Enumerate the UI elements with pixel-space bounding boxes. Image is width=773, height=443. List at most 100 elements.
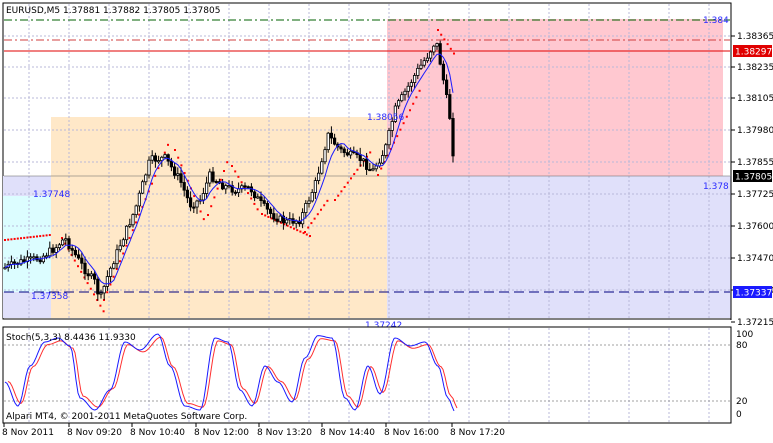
sar-dot xyxy=(247,192,249,195)
sar-dot xyxy=(237,175,240,178)
sar-dot xyxy=(131,229,134,232)
sar-dot xyxy=(89,287,92,290)
time-label: 8 Nov 14:40 xyxy=(320,428,375,438)
sar-dot xyxy=(316,213,319,216)
price-tick-label: 1.38365 xyxy=(737,32,773,42)
stochastic-subwindow[interactable]: Stoch(5,3,3) 8.4436 11.9330 Alpari MT4, … xyxy=(2,326,753,424)
sar-dot xyxy=(443,38,446,41)
sar-dot xyxy=(405,115,408,118)
sar-dot xyxy=(409,109,411,112)
price-tick-label: 1.37470 xyxy=(737,254,773,264)
price-tick-label: 1.37980 xyxy=(737,126,773,136)
chart-canvas[interactable]: 1.3841.377481.373581.380561.3781.37242 E… xyxy=(0,0,773,443)
sar-dot xyxy=(453,52,455,55)
sar-dot xyxy=(240,181,243,184)
sar-dot xyxy=(48,234,51,237)
trading-chart-window[interactable]: 1.384 1.37748 1.37358 1.38056 1.378 1.37242 E… xyxy=(0,0,773,443)
sar-dot xyxy=(128,236,131,239)
sar-dot xyxy=(42,234,45,237)
sar-dot xyxy=(346,181,349,184)
sar-dot xyxy=(310,222,313,225)
sar-dot xyxy=(343,186,346,189)
sar-dot xyxy=(112,275,115,278)
sar-dot xyxy=(323,204,326,207)
sar-dot xyxy=(4,239,6,241)
sar-dot xyxy=(412,102,415,105)
time-label: 8 Nov 13:20 xyxy=(257,428,312,438)
sar-dot xyxy=(125,244,128,247)
sar-dot xyxy=(350,177,352,180)
sar-dot xyxy=(418,89,421,92)
sar-dot xyxy=(99,304,102,307)
sar-dot xyxy=(309,235,311,237)
stoch-scale-label: 0 xyxy=(736,410,742,420)
sar-dot xyxy=(334,199,336,201)
sar-dot xyxy=(369,151,372,154)
sar-dot xyxy=(177,156,180,159)
sar-dot xyxy=(377,174,379,176)
sar-dot xyxy=(223,170,225,172)
price-tick-label: 1.38105 xyxy=(737,94,773,104)
sar-dot xyxy=(304,231,306,233)
sar-dot xyxy=(135,221,137,224)
candle xyxy=(326,131,330,153)
price-box-label: 1.37805 xyxy=(735,173,772,183)
copyright-text: Alpari MT4, © 2001-2011 MetaQuotes Softw… xyxy=(6,412,247,422)
sar-dot xyxy=(399,128,402,131)
sar-dot xyxy=(119,260,121,263)
sar-dot xyxy=(353,173,356,176)
sar-dot xyxy=(10,238,13,241)
price-box-label: 1.38297 xyxy=(735,48,772,58)
candle xyxy=(438,40,442,66)
sar-dot xyxy=(380,167,383,170)
time-label: 8 Nov 12:00 xyxy=(194,428,249,438)
sar-dot xyxy=(437,29,439,31)
price-box-label: 1.37337 xyxy=(735,289,772,299)
sar-dot xyxy=(73,259,76,262)
sar-dot xyxy=(39,235,42,238)
sar-dot xyxy=(313,217,316,220)
price-tick-label: 1.37855 xyxy=(737,158,773,168)
price-tick-label: 1.37725 xyxy=(737,190,773,200)
time-label: 8 Nov 2011 xyxy=(2,428,54,438)
candle xyxy=(140,179,145,195)
sar-dot xyxy=(256,208,259,211)
stoch-scale-label: 100 xyxy=(736,330,753,340)
price-box-support: 1.37337 xyxy=(733,286,772,299)
level-label-range-bottom: 1.37358 xyxy=(31,292,68,302)
sar-dot xyxy=(289,226,292,229)
sar-dot xyxy=(216,187,219,190)
sar-dot xyxy=(45,234,48,237)
level-label-range-top: 1.37748 xyxy=(33,190,70,200)
sar-dot xyxy=(326,199,329,202)
sar-dot xyxy=(440,33,443,36)
sar-dot xyxy=(299,230,302,233)
sar-dot xyxy=(340,190,343,193)
sar-dot xyxy=(102,310,105,313)
sar-dot xyxy=(180,164,183,167)
sar-dot xyxy=(213,196,216,199)
price-box-resistance: 1.38297 xyxy=(733,45,772,58)
sar-dot xyxy=(207,214,209,216)
candle xyxy=(451,112,455,163)
price-tick-label: 1.37600 xyxy=(737,222,773,232)
level-label-box-mid: 1.38056 xyxy=(367,113,404,123)
sar-dot xyxy=(109,283,112,286)
sar-dot xyxy=(320,208,322,211)
sar-dot xyxy=(293,227,295,230)
sar-dot xyxy=(296,229,299,232)
sar-dot xyxy=(219,178,222,181)
time-label: 8 Nov 09:20 xyxy=(67,428,122,438)
sar-dot xyxy=(122,252,125,255)
sar-dot xyxy=(77,265,79,268)
main-price-chart[interactable]: 1.3841.377481.373581.380561.3781.37242 E… xyxy=(2,2,732,331)
sar-dot xyxy=(415,96,418,99)
sar-dot xyxy=(337,194,340,197)
sar-dot xyxy=(449,47,452,50)
sar-dot xyxy=(226,161,229,164)
sar-dot xyxy=(86,282,89,285)
sar-dot xyxy=(250,197,253,200)
cyan-zone xyxy=(3,196,51,292)
price-tick-label: 1.38235 xyxy=(737,63,773,73)
stoch-scale-label: 20 xyxy=(736,397,748,407)
